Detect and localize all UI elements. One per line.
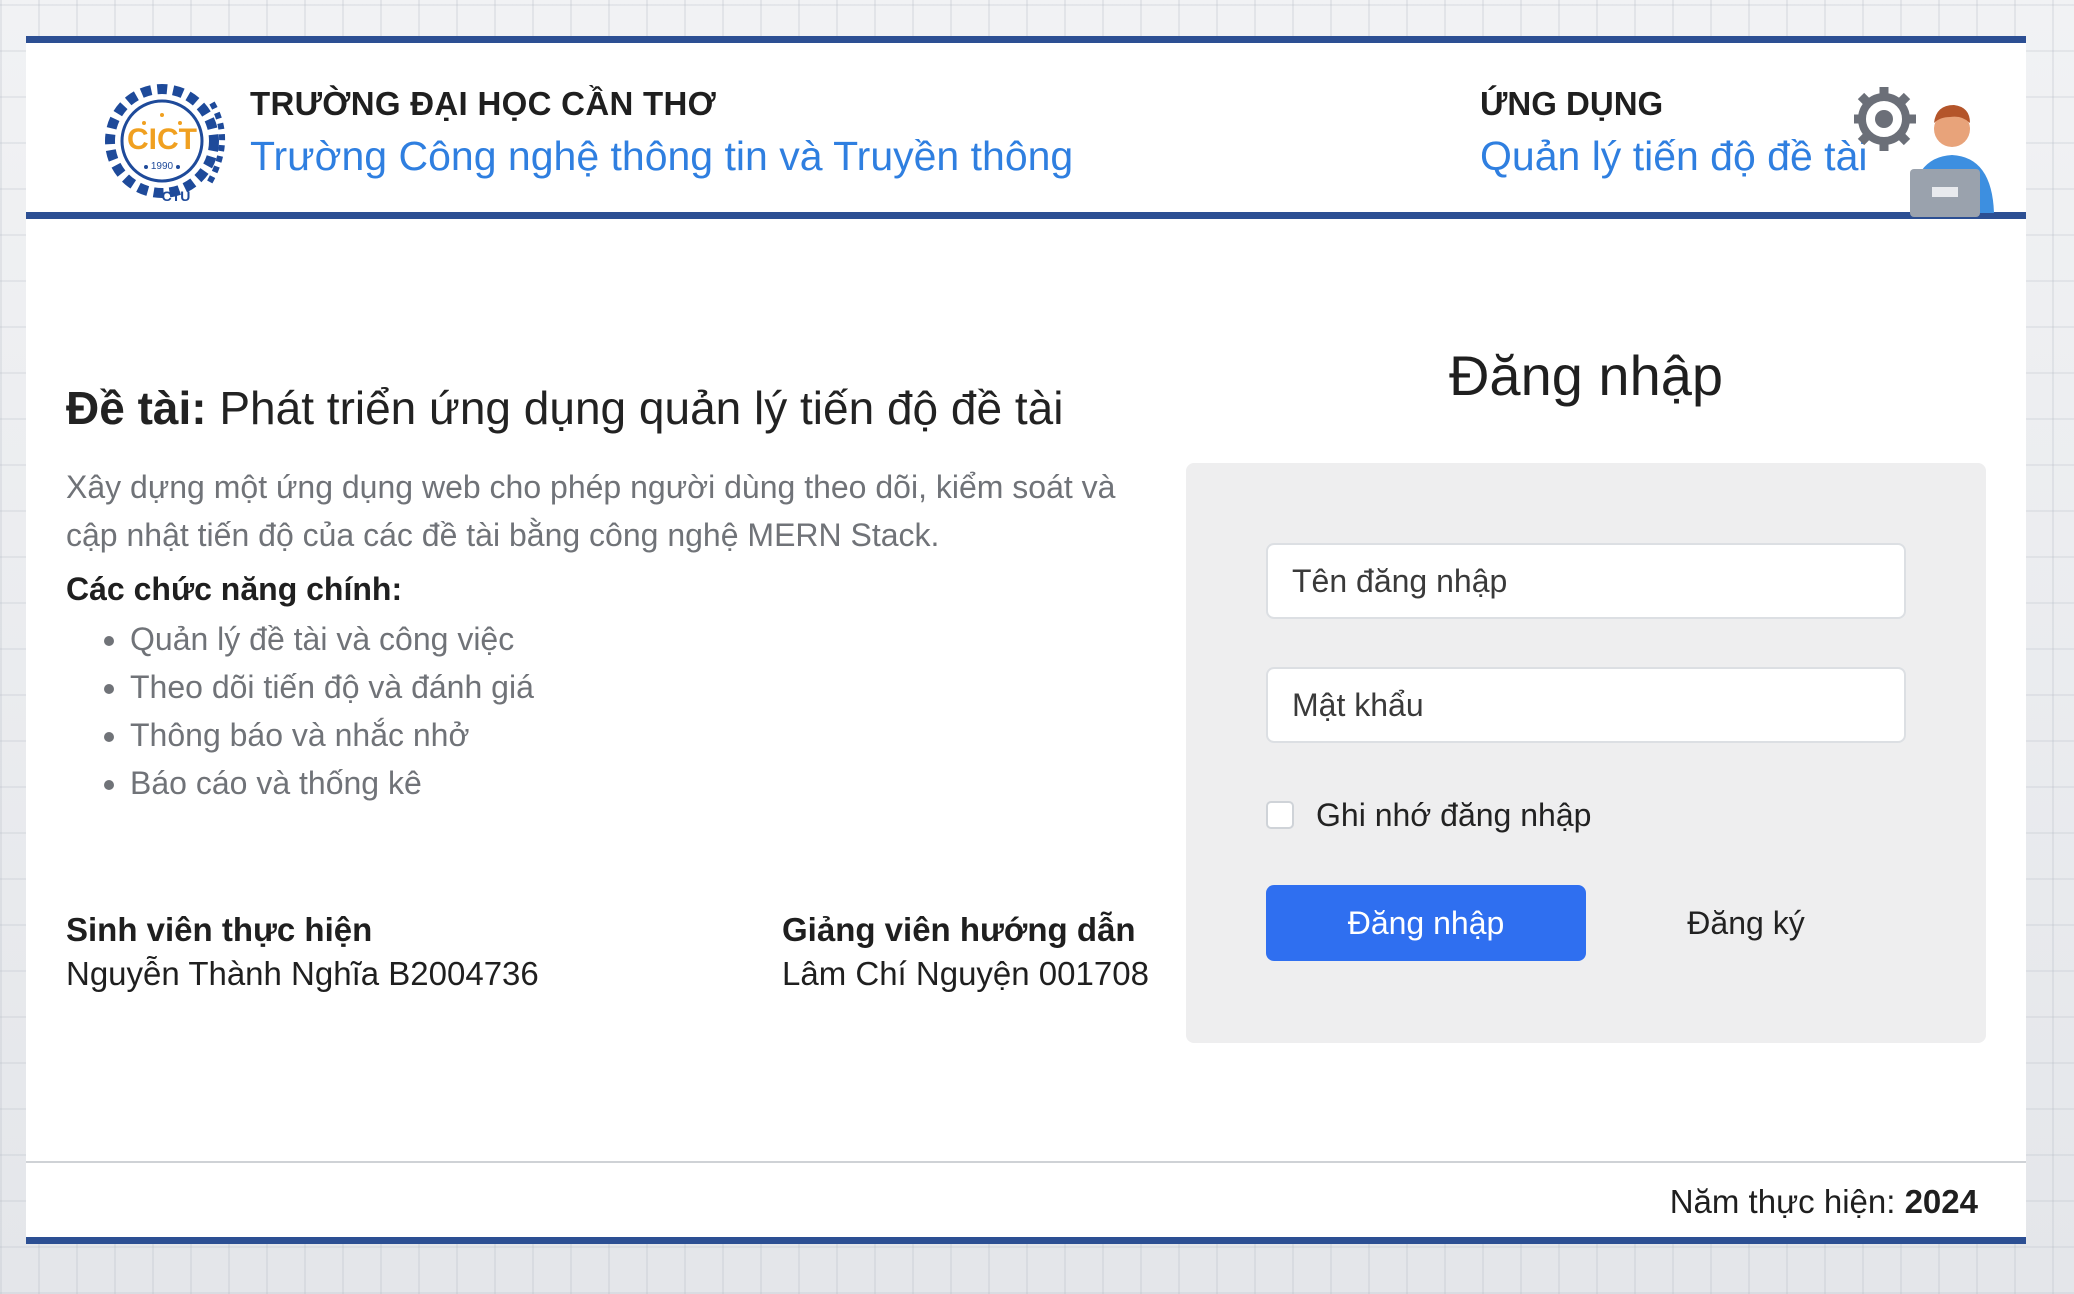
header: CICT 1990 CTU TRƯỜNG ĐẠI HỌC CẦN THƠ Trư…	[26, 43, 2026, 219]
password-input[interactable]	[1266, 667, 1906, 743]
advisor-name: Lâm Chí Nguyện 001708	[782, 955, 1149, 992]
app-name: Quản lý tiến độ đề tài	[1480, 133, 1868, 179]
footer-divider	[26, 1161, 2026, 1163]
project-description: Xây dựng một ứng dụng web cho phép người…	[66, 469, 1116, 553]
school-name: Trường Công nghệ thông tin và Truyền thô…	[250, 133, 1074, 179]
app-label: ỨNG DỤNG	[1480, 85, 1664, 122]
logo-sub: CTU	[162, 188, 191, 204]
remember-checkbox[interactable]	[1266, 801, 1294, 829]
features-list: Quản lý đề tài và công việc Theo dõi tiế…	[66, 615, 534, 807]
student-name: Nguyễn Thành Nghĩa B2004736	[66, 955, 539, 992]
logo-text: CICT	[127, 123, 197, 156]
logo-year: 1990	[151, 161, 174, 172]
year-value: 2024	[1904, 1183, 1978, 1220]
feature-item: Báo cáo và thống kê	[130, 759, 534, 807]
username-input[interactable]	[1266, 543, 1906, 619]
features-title: Các chức năng chính:	[66, 571, 403, 607]
login-panel: Ghi nhớ đăng nhập Đăng nhập Đăng ký	[1186, 463, 1986, 1043]
university-name: TRƯỜNG ĐẠI HỌC CẦN THƠ	[250, 85, 717, 122]
cict-logo-icon: CICT 1990 CTU	[105, 84, 225, 204]
remember-label: Ghi nhớ đăng nhập	[1316, 796, 1592, 833]
user-laptop-gear-icon	[1854, 87, 1994, 217]
feature-item: Theo dõi tiến độ và đánh giá	[130, 663, 534, 711]
topic-title: Phát triển ứng dụng quản lý tiến độ đề t…	[219, 382, 1064, 434]
register-link[interactable]: Đăng ký	[1586, 885, 1906, 961]
main-card: CICT 1990 CTU TRƯỜNG ĐẠI HỌC CẦN THƠ Trư…	[26, 36, 2026, 1244]
remember-me[interactable]: Ghi nhớ đăng nhập	[1266, 793, 1591, 837]
topic-label: Đề tài:	[66, 382, 207, 434]
login-title: Đăng nhập	[1448, 344, 1723, 407]
footer-year: Năm thực hiện: 2024	[1670, 1183, 1978, 1221]
project-topic: Đề tài: Phát triển ứng dụng quản lý tiến…	[66, 381, 1063, 435]
student-title: Sinh viên thực hiện	[66, 911, 373, 948]
feature-item: Quản lý đề tài và công việc	[130, 615, 534, 663]
year-label: Năm thực hiện:	[1669, 1183, 1896, 1220]
login-button[interactable]: Đăng nhập	[1266, 885, 1586, 961]
advisor-title: Giảng viên hướng dẫn	[782, 911, 1136, 948]
feature-item: Thông báo và nhắc nhở	[130, 711, 534, 759]
